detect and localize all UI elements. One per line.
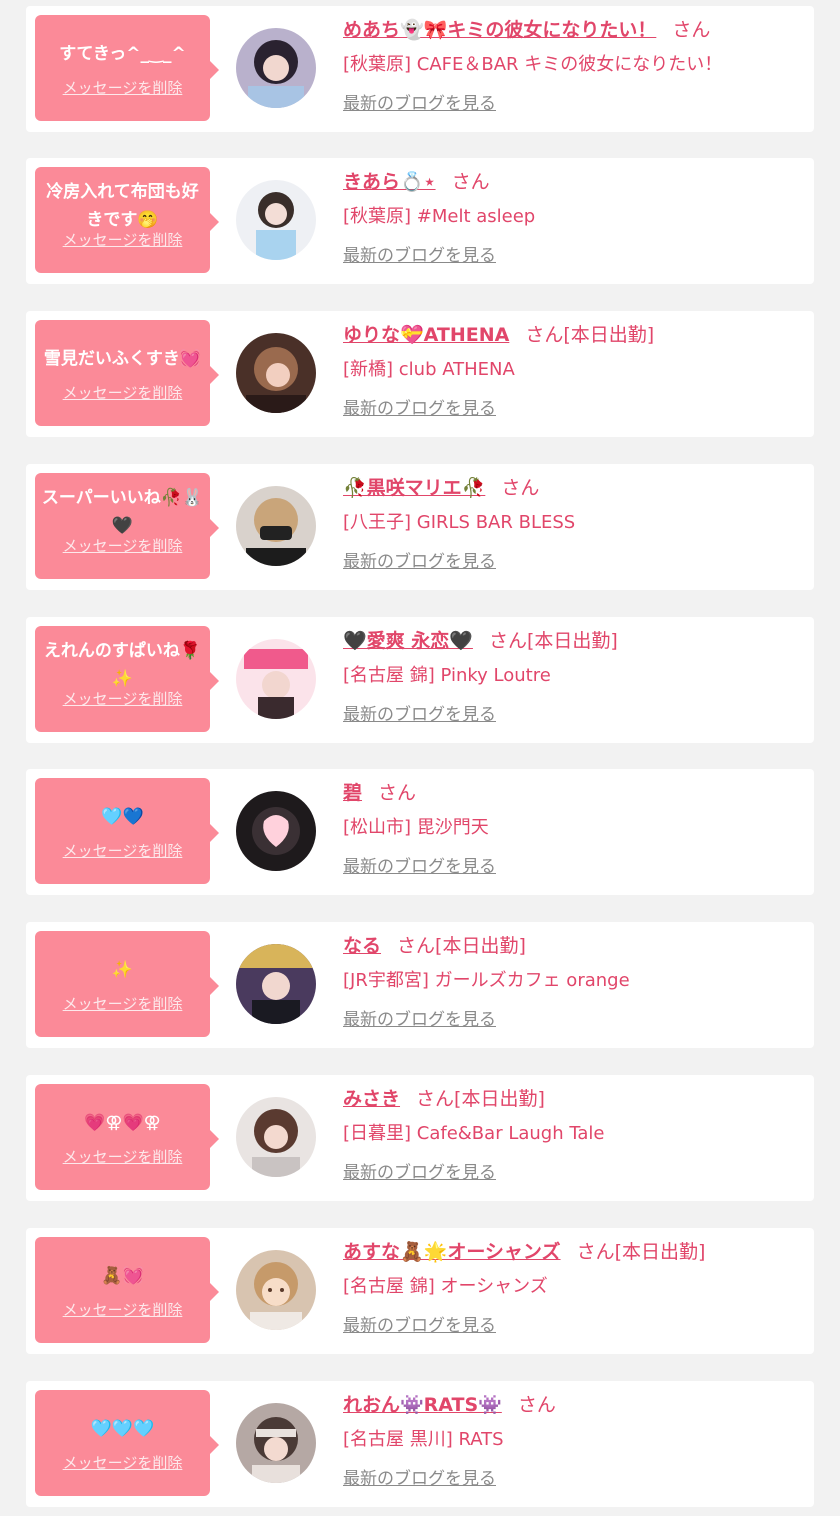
message-text: 🩵💙: [101, 807, 144, 827]
shop-name: [松山市] 毘沙門天: [343, 817, 489, 838]
status-badge: [本日出勤]: [526, 630, 618, 652]
list-item: えれんのすぱいね🌹✨ メッセージを削除 🖤愛爽 永恋🖤 さん[本日出勤] [名古屋…: [26, 617, 814, 743]
list-item: 冷房入れて布団も好きです🤭 メッセージを削除 きあら💍⋆ さん [秋葉原] #Me…: [26, 158, 814, 284]
message-bubble: 雪見だいふくすき💓 メッセージを削除: [35, 320, 219, 426]
honorific: さん: [451, 171, 490, 193]
cast-name-link[interactable]: 🥀黒咲マリエ🥀: [343, 477, 485, 499]
shop-name: [秋葉原] CAFE＆BAR キミの彼女になりたい！: [343, 54, 723, 75]
cast-name-link[interactable]: あすな🧸🌟オーシャンズ: [343, 1241, 561, 1263]
cast-name-link[interactable]: 🖤愛爽 永恋🖤: [343, 630, 473, 652]
list-item: 🩵💙 メッセージを削除 碧さん [松山市] 毘沙門天 最新のブログを見る: [26, 769, 814, 895]
delete-message-link[interactable]: メッセージを削除: [35, 1299, 210, 1320]
shop-name: [JR宇都宮] ガールズカフェ orange: [343, 970, 630, 991]
delete-message-link[interactable]: メッセージを削除: [35, 229, 210, 250]
latest-blog-link[interactable]: 最新のブログを見る: [343, 1467, 496, 1491]
delete-message-link[interactable]: メッセージを削除: [35, 993, 210, 1014]
message-text: スーパーいいね🥀🐰🖤: [41, 488, 204, 536]
list-item: すてきっ^_‿_^ メッセージを削除 めあち👻🎀キミの彼女になりたい！ さん [秋…: [26, 6, 814, 132]
avatar[interactable]: [236, 791, 316, 871]
honorific: さん: [525, 324, 564, 346]
avatar[interactable]: [236, 28, 316, 108]
avatar[interactable]: [236, 486, 316, 566]
avatar[interactable]: [236, 1403, 316, 1483]
shop-name: [名古屋 錦] Pinky Loutre: [343, 665, 551, 686]
honorific: さん: [416, 1088, 455, 1110]
cast-name-link[interactable]: なる: [343, 935, 381, 957]
cast-name-link[interactable]: ゆりな💝ATHENA: [343, 324, 509, 346]
message-bubble: 🩵💙 メッセージを削除: [35, 778, 219, 884]
shop-name: [日暮里] Cafe&Bar Laugh Tale: [343, 1123, 605, 1144]
message-bubble: スーパーいいね🥀🐰🖤 メッセージを削除: [35, 473, 219, 579]
latest-blog-link[interactable]: 最新のブログを見る: [343, 703, 496, 727]
honorific: さん: [672, 19, 711, 41]
honorific: さん: [488, 630, 527, 652]
latest-blog-link[interactable]: 最新のブログを見る: [343, 92, 496, 116]
avatar[interactable]: [236, 944, 316, 1024]
status-badge: [本日出勤]: [435, 935, 526, 957]
message-text: ✨: [111, 960, 134, 980]
cast-name-link[interactable]: きあら💍⋆: [343, 171, 436, 193]
shop-name: [八王子] GIRLS BAR BLESS: [343, 512, 576, 533]
latest-blog-link[interactable]: 最新のブログを見る: [343, 550, 496, 574]
delete-message-link[interactable]: メッセージを削除: [35, 382, 210, 403]
list-item: 雪見だいふくすき💓 メッセージを削除 ゆりな💝ATHENA さん[本日出勤] [新…: [26, 311, 814, 437]
latest-blog-link[interactable]: 最新のブログを見る: [343, 1161, 496, 1185]
latest-blog-link[interactable]: 最新のブログを見る: [343, 1008, 496, 1032]
latest-blog-link[interactable]: 最新のブログを見る: [343, 397, 496, 421]
message-text: えれんのすぱいね🌹✨: [43, 641, 202, 689]
shop-name: [名古屋 黒川] RATS: [343, 1429, 504, 1450]
avatar[interactable]: [236, 639, 316, 719]
message-text: 🧸💓: [101, 1266, 144, 1286]
message-text: 💗⚢💗⚢: [84, 1113, 161, 1133]
status-badge: [本日出勤]: [614, 1241, 706, 1263]
status-badge: [本日出勤]: [454, 1088, 545, 1110]
message-bubble: 🩵🩵🩵 メッセージを削除: [35, 1390, 219, 1496]
avatar[interactable]: [236, 1250, 316, 1330]
delete-message-link[interactable]: メッセージを削除: [35, 1452, 210, 1473]
latest-blog-link[interactable]: 最新のブログを見る: [343, 855, 496, 879]
shop-name: [名古屋 錦] オーシャンズ: [343, 1276, 548, 1297]
cast-name-link[interactable]: れおん👾RATS👾: [343, 1394, 502, 1416]
list-item: ✨ メッセージを削除 なる さん[本日出勤] [JR宇都宮] ガールズカフェ or…: [26, 922, 814, 1048]
message-bubble: ✨ メッセージを削除: [35, 931, 219, 1037]
message-text: 雪見だいふくすき💓: [43, 349, 202, 369]
message-text: すてきっ^_‿_^: [59, 44, 186, 64]
avatar[interactable]: [236, 333, 316, 413]
delete-message-link[interactable]: メッセージを削除: [35, 77, 210, 98]
honorific: さん: [397, 935, 436, 957]
message-bubble: えれんのすぱいね🌹✨ メッセージを削除: [35, 626, 219, 732]
shop-name: [新橋] club ATHENA: [343, 359, 515, 380]
message-bubble: 💗⚢💗⚢ メッセージを削除: [35, 1084, 219, 1190]
message-text: 冷房入れて布団も好きです🤭: [46, 182, 199, 230]
honorific: さん: [517, 1394, 556, 1416]
message-bubble: 🧸💓 メッセージを削除: [35, 1237, 219, 1343]
avatar[interactable]: [236, 180, 316, 260]
honorific: さん: [378, 782, 417, 804]
cast-name-link[interactable]: めあち👻🎀キミの彼女になりたい！: [343, 19, 656, 41]
message-text: 🩵🩵🩵: [90, 1419, 155, 1439]
list-item: スーパーいいね🥀🐰🖤 メッセージを削除 🥀黒咲マリエ🥀 さん [八王子] GIRL…: [26, 464, 814, 590]
cast-name-link[interactable]: みさき: [343, 1088, 400, 1110]
list-item: 🧸💓 メッセージを削除 あすな🧸🌟オーシャンズ さん[本日出勤] [名古屋 錦] …: [26, 1228, 814, 1354]
message-bubble: すてきっ^_‿_^ メッセージを削除: [35, 15, 219, 121]
latest-blog-link[interactable]: 最新のブログを見る: [343, 244, 496, 268]
avatar[interactable]: [236, 1097, 316, 1177]
honorific: さん: [501, 477, 540, 499]
status-badge: [本日出勤]: [563, 324, 655, 346]
latest-blog-link[interactable]: 最新のブログを見る: [343, 1314, 496, 1338]
message-bubble: 冷房入れて布団も好きです🤭 メッセージを削除: [35, 167, 219, 273]
delete-message-link[interactable]: メッセージを削除: [35, 840, 210, 861]
delete-message-link[interactable]: メッセージを削除: [35, 688, 210, 709]
shop-name: [秋葉原] #Melt asleep: [343, 206, 536, 227]
delete-message-link[interactable]: メッセージを削除: [35, 535, 210, 556]
honorific: さん: [576, 1241, 615, 1263]
cast-name-link[interactable]: 碧: [343, 782, 362, 804]
delete-message-link[interactable]: メッセージを削除: [35, 1146, 210, 1167]
list-item: 💗⚢💗⚢ メッセージを削除 みさき さん[本日出勤] [日暮里] Cafe&Bar…: [26, 1075, 814, 1201]
list-item: 🩵🩵🩵 メッセージを削除 れおん👾RATS👾 さん [名古屋 黒川] RATS 最…: [26, 1381, 814, 1507]
